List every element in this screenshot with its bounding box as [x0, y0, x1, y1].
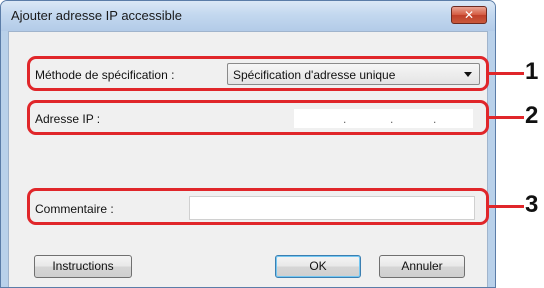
cancel-button[interactable]: Annuler [379, 255, 465, 278]
callout-line-3 [488, 205, 524, 208]
close-icon: ✕ [463, 8, 475, 22]
callout-line-1 [488, 72, 524, 75]
callout-number-2: 2 [525, 102, 539, 129]
callout-number-3: 3 [525, 191, 539, 218]
callout-frame-2 [27, 100, 489, 135]
instructions-button[interactable]: Instructions [34, 255, 132, 278]
ok-button[interactable]: OK [275, 255, 361, 278]
callout-frame-1 [27, 56, 489, 91]
callout-frame-3 [27, 188, 489, 225]
close-button[interactable]: ✕ [451, 6, 487, 24]
callout-number-1: 1 [525, 58, 539, 85]
add-ip-dialog: Ajouter adresse IP accessible ✕ Méthode … [0, 0, 496, 288]
stage: Ajouter adresse IP accessible ✕ Méthode … [0, 0, 544, 288]
callout-line-2 [488, 116, 524, 119]
dialog-title: Ajouter adresse IP accessible [11, 8, 183, 23]
title-bar: Ajouter adresse IP accessible ✕ [1, 1, 495, 31]
